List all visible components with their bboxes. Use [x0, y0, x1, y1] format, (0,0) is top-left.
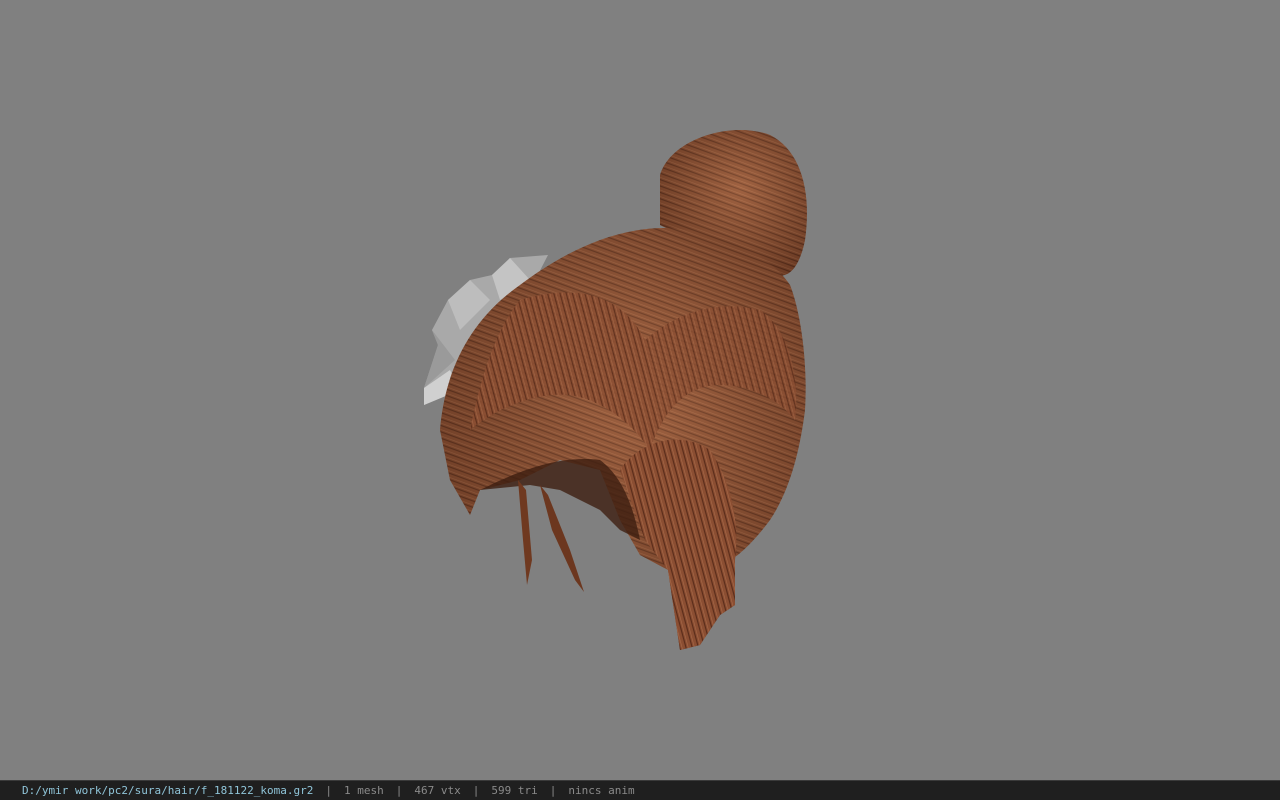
- vertex-count: 467 vtx: [414, 784, 461, 797]
- separator: |: [549, 784, 557, 797]
- file-path: D:/ymir work/pc2/sura/hair/f_181122_koma…: [22, 784, 314, 797]
- triangle-count: 599 tri: [491, 784, 538, 797]
- animation-status: nincs anim: [568, 784, 635, 797]
- separator: |: [472, 784, 480, 797]
- status-bar: D:/ymir work/pc2/sura/hair/f_181122_koma…: [0, 780, 1280, 800]
- hair-model[interactable]: [0, 0, 1280, 780]
- separator: |: [395, 784, 403, 797]
- 3d-viewport[interactable]: [0, 0, 1280, 780]
- separator: |: [325, 784, 333, 797]
- mesh-count: 1 mesh: [344, 784, 384, 797]
